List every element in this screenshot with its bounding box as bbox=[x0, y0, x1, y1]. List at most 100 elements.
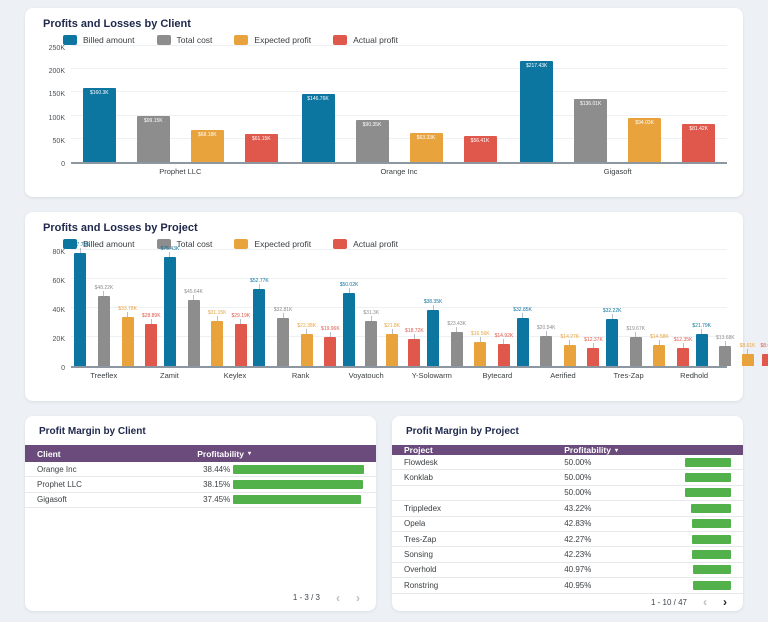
bar-value-label: $136.01K bbox=[574, 99, 607, 107]
y-axis: 250K200K150K100K50K0 bbox=[37, 48, 71, 168]
column-header-client[interactable]: Client bbox=[37, 449, 197, 459]
bar-billed-amount-voyatouch[interactable]: $38.35K bbox=[424, 252, 443, 366]
y-axis-tick: 60K bbox=[53, 278, 65, 285]
x-axis-label-bytecard: Bytecard bbox=[465, 371, 531, 380]
bar-expected-profit-prophet-llc[interactable]: $68.18K bbox=[191, 48, 224, 162]
pagination-prev-icon[interactable]: ‹ bbox=[336, 594, 340, 602]
bar-expected-profit-orange-inc[interactable]: $63.33K bbox=[410, 48, 443, 162]
bar-total-cost-gigasoft[interactable]: $136.01K bbox=[574, 48, 607, 162]
x-axis: TreeflexZamitKeylexRankVoyatouchY-Solowa… bbox=[71, 371, 727, 380]
bar-billed-amount-rank[interactable]: $50.02K bbox=[340, 252, 359, 366]
bar-actual-profit-bytecard[interactable]: $12.35K bbox=[674, 252, 693, 366]
column-header-profitability[interactable]: Profitability ▾ bbox=[564, 445, 731, 455]
bar-rect bbox=[742, 354, 754, 366]
bar-total-cost-treeflex[interactable]: $48.22K bbox=[95, 252, 114, 366]
bar-billed-amount-zamit[interactable]: $75.43K bbox=[161, 252, 180, 366]
column-header-profitability[interactable]: Profitability ▾ bbox=[197, 449, 364, 459]
bar-rect bbox=[587, 348, 599, 366]
bar-expected-profit-y-solowarm[interactable]: $14.27K bbox=[561, 252, 580, 366]
bar-actual-profit-gigasoft[interactable]: $81.42K bbox=[682, 48, 715, 162]
bar-expected-profit-rank[interactable]: $21.8K bbox=[384, 252, 400, 366]
bar-billed-amount-gigasoft[interactable]: $217.43K bbox=[520, 48, 553, 162]
label-connector bbox=[306, 329, 307, 334]
bar-value-label: $61.15K bbox=[245, 134, 278, 142]
x-axis-label-y-solowarm: Y-Solowarm bbox=[399, 371, 465, 380]
column-header-label: Profitability bbox=[564, 445, 611, 455]
bar-actual-profit-prophet-llc[interactable]: $61.15K bbox=[245, 48, 278, 162]
bar-total-cost-aerified[interactable]: $13.68K bbox=[716, 252, 735, 366]
bar-billed-amount-keylex[interactable]: $52.77K bbox=[250, 252, 269, 366]
legend-item-expected-profit[interactable]: Expected profit bbox=[234, 35, 311, 45]
y-axis-tick: 200K bbox=[49, 68, 65, 75]
table-row-gigasoft[interactable]: Gigasoft37.45% bbox=[25, 493, 376, 508]
table-row-sonsing[interactable]: Sonsing42.23% bbox=[392, 547, 743, 562]
bar-value-label: $99.15K bbox=[137, 116, 170, 124]
legend-item-expected-profit[interactable]: Expected profit bbox=[234, 239, 311, 249]
cell-profitability-value: 50.00% bbox=[564, 473, 685, 482]
bar-total-cost-prophet-llc[interactable]: $99.15K bbox=[137, 48, 170, 162]
table-row-orange-inc[interactable]: Orange Inc38.44% bbox=[25, 462, 376, 477]
legend-item-total-cost[interactable]: Total cost bbox=[157, 35, 213, 45]
bar-billed-amount-aerified[interactable]: $21.79K bbox=[692, 252, 711, 366]
profitability-bar bbox=[233, 495, 360, 504]
pagination-prev-icon[interactable]: ‹ bbox=[703, 598, 707, 606]
bar-total-cost-zamit[interactable]: $45.64K bbox=[184, 252, 203, 366]
bar-actual-profit-treeflex[interactable]: $28.89K bbox=[142, 252, 161, 366]
table-row-tres-zap[interactable]: Tres-Zap42.27% bbox=[392, 532, 743, 547]
legend-item-actual-profit[interactable]: Actual profit bbox=[333, 239, 398, 249]
bar-total-cost-bytecard[interactable]: $19.67K bbox=[626, 252, 645, 366]
pagination-next-icon[interactable]: › bbox=[723, 598, 727, 606]
bar-billed-amount-bytecard[interactable]: $32.22K bbox=[603, 252, 622, 366]
bar-billed-amount-orange-inc[interactable]: $146.76K bbox=[302, 48, 335, 162]
profitability-bar bbox=[692, 535, 731, 544]
table-row-flowdesk[interactable]: Flowdesk50.00% bbox=[392, 455, 743, 470]
bar-rect: $146.76K bbox=[302, 94, 335, 162]
table-row-opela[interactable]: Opela42.83% bbox=[392, 517, 743, 532]
table-row-konklab[interactable]: Konklab50.00% bbox=[392, 470, 743, 485]
bar-expected-profit-bytecard[interactable]: $14.58K bbox=[650, 252, 669, 366]
label-connector bbox=[169, 252, 170, 257]
bar-actual-profit-orange-inc[interactable]: $56.41K bbox=[464, 48, 497, 162]
bar-value-label: $146.76K bbox=[302, 94, 335, 102]
bar-billed-amount-y-solowarm[interactable]: $32.85K bbox=[513, 252, 532, 366]
bar-expected-profit-aerified[interactable]: $8.61K bbox=[740, 252, 756, 366]
bar-total-cost-voyatouch[interactable]: $23.43K bbox=[447, 252, 466, 366]
x-axis-label-prophet-llc: Prophet LLC bbox=[71, 167, 290, 176]
table-row-ronstring[interactable]: Ronstring40.95% bbox=[392, 578, 743, 593]
bar-expected-profit-voyatouch[interactable]: $16.56K bbox=[471, 252, 490, 366]
profitability-bar-track bbox=[233, 465, 364, 474]
column-header-label: Profitability bbox=[197, 449, 244, 459]
bar-total-cost-keylex[interactable]: $32.81K bbox=[274, 252, 293, 366]
bar-total-cost-y-solowarm[interactable]: $20.54K bbox=[537, 252, 556, 366]
bar-billed-amount-treeflex[interactable]: $77.71K bbox=[71, 252, 90, 366]
bar-group-rank: $50.02K$31.3K $21.8K $18.72K bbox=[340, 252, 424, 366]
bar-actual-profit-aerified[interactable]: $8.07K bbox=[761, 252, 768, 366]
x-axis-label-rank: Rank bbox=[268, 371, 334, 380]
profitability-bar bbox=[693, 565, 731, 574]
bar-actual-profit-keylex[interactable]: $19.96K bbox=[321, 252, 340, 366]
bar-expected-profit-zamit[interactable]: $31.15K bbox=[208, 252, 227, 366]
plot-area: $77.71K $48.22K$33.78K $28.89K$75.43K$45.6… bbox=[71, 252, 727, 368]
actual-profit-swatch-icon bbox=[333, 35, 347, 45]
y-axis-tick: 250K bbox=[49, 45, 65, 52]
column-header-project[interactable]: Project bbox=[404, 445, 564, 455]
bar-actual-profit-voyatouch[interactable]: $14.92K bbox=[495, 252, 514, 366]
table-row-overhold[interactable]: Overhold40.97% bbox=[392, 563, 743, 578]
table-row-blank[interactable]: 50.00% bbox=[392, 486, 743, 501]
table-row-trippledex[interactable]: Trippledex43.22% bbox=[392, 501, 743, 516]
pagination-next-icon[interactable]: › bbox=[356, 594, 360, 602]
legend-item-actual-profit[interactable]: Actual profit bbox=[333, 35, 398, 45]
bar-expected-profit-treeflex[interactable]: $33.78K bbox=[118, 252, 137, 366]
bar-expected-profit-keylex[interactable]: $22.38K bbox=[297, 252, 316, 366]
legend-item-billed-amount[interactable]: Billed amount bbox=[63, 35, 135, 45]
bar-total-cost-rank[interactable]: $31.3K bbox=[363, 252, 379, 366]
x-axis-label-redhold: Redhold bbox=[661, 371, 727, 380]
bar-total-cost-orange-inc[interactable]: $90.35K bbox=[356, 48, 389, 162]
bar-expected-profit-gigasoft[interactable]: $94.03K bbox=[628, 48, 661, 162]
table-row-prophet-llc[interactable]: Prophet LLC38.15% bbox=[25, 477, 376, 492]
bar-group-aerified: $21.79K $13.68K $8.61K $8.07K bbox=[692, 252, 768, 366]
bar-actual-profit-zamit[interactable]: $29.19K bbox=[231, 252, 250, 366]
bar-actual-profit-y-solowarm[interactable]: $12.37K bbox=[584, 252, 603, 366]
bar-billed-amount-prophet-llc[interactable]: $160.3K bbox=[83, 48, 116, 162]
bar-actual-profit-rank[interactable]: $18.72K bbox=[405, 252, 424, 366]
